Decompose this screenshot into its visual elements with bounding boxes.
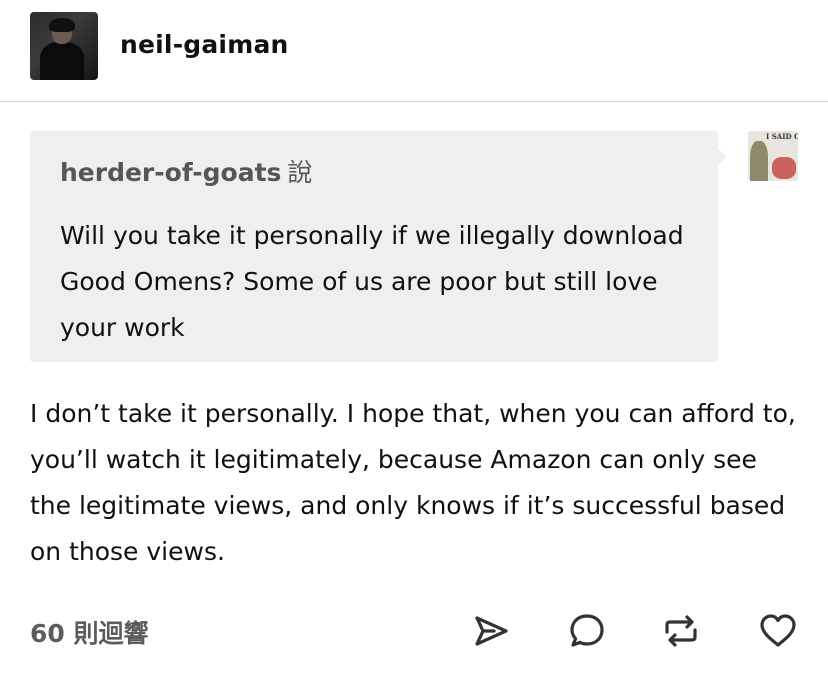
ask-question: Will you take it personally if we illega… bbox=[60, 221, 684, 342]
answer-text: I don’t take it personally. I hope that,… bbox=[30, 399, 796, 566]
asker-avatar-stain bbox=[772, 157, 796, 179]
share-button[interactable] bbox=[471, 611, 511, 651]
post-header: neil-gaiman bbox=[0, 0, 828, 102]
post: neil-gaiman herder-of-goats 說 Will you ta… bbox=[0, 0, 828, 680]
asker-avatar-caption: I SAID CE bbox=[766, 132, 798, 141]
asker-username[interactable]: herder-of-goats bbox=[60, 158, 281, 187]
blog-username[interactable]: neil-gaiman bbox=[120, 30, 289, 59]
asker-avatar[interactable]: I SAID CE bbox=[748, 131, 798, 181]
asker-said-label: 說 bbox=[287, 158, 313, 187]
heart-icon bbox=[758, 612, 798, 650]
reply-button[interactable] bbox=[567, 611, 607, 651]
blog-avatar[interactable] bbox=[30, 12, 98, 80]
avatar-figure-hair bbox=[49, 18, 75, 32]
ask-box: herder-of-goats 說 Will you take it person… bbox=[30, 131, 718, 362]
send-icon bbox=[472, 612, 510, 650]
notes-count[interactable]: 60 則迴響 bbox=[30, 614, 149, 650]
reblog-button[interactable] bbox=[661, 611, 701, 651]
speech-bubble-icon bbox=[568, 612, 606, 650]
reblog-icon bbox=[661, 612, 701, 650]
like-button[interactable] bbox=[758, 611, 798, 651]
avatar-figure-body bbox=[40, 42, 84, 80]
ask-pointer bbox=[716, 147, 727, 167]
asker-avatar-figure bbox=[750, 141, 768, 181]
asker-line: herder-of-goats 說 bbox=[60, 153, 312, 189]
